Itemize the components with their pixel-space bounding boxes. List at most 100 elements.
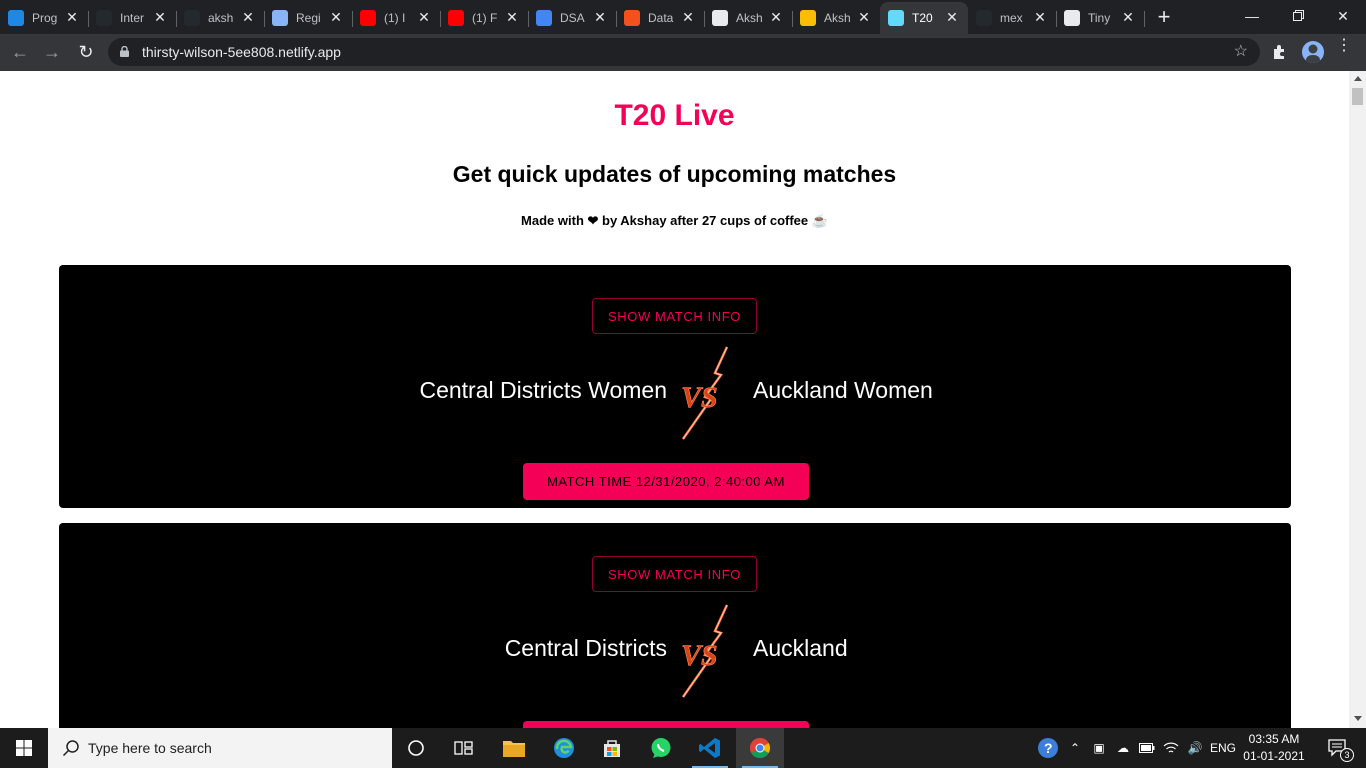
windows-taskbar: Type here to search ? ⌃ ▣ ☁ 🔊 ENG 03:35 … [0, 728, 1366, 768]
close-tab-icon[interactable]: ✕ [768, 9, 784, 25]
start-button[interactable] [0, 728, 48, 768]
taskbar-chrome[interactable] [736, 728, 784, 768]
close-tab-icon[interactable]: ✕ [856, 9, 872, 25]
vscode-icon [699, 738, 720, 758]
browser-tab[interactable]: Prog ✕ [0, 2, 89, 34]
browser-tab[interactable]: (1) F ✕ [440, 2, 529, 34]
match-time-button[interactable]: MATCH TIME 12/31/2020, 2:40:00 AM [523, 463, 809, 500]
tab-title: Data [648, 11, 674, 25]
browser-tab[interactable]: (1) I ✕ [352, 2, 441, 34]
close-tab-icon[interactable]: ✕ [944, 9, 960, 25]
browser-menu-icon[interactable]: ⋮ [1336, 38, 1352, 61]
browser-tab[interactable]: T20 ✕ [880, 2, 968, 34]
reload-button[interactable]: ↻ [74, 40, 98, 64]
close-tab-icon[interactable]: ✕ [1120, 9, 1136, 25]
notification-center-button[interactable]: 3 [1318, 728, 1358, 768]
help-tray-icon[interactable]: ? [1034, 728, 1062, 768]
taskbar-edge[interactable] [540, 728, 588, 768]
svg-text:VS: VS [681, 639, 718, 672]
tinypng-icon [1064, 10, 1080, 26]
browser-tab[interactable]: mex ✕ [968, 2, 1057, 34]
wifi-icon[interactable] [1160, 728, 1182, 768]
match-card: SHOW MATCH INFO Central Districts Women … [59, 265, 1291, 508]
search-icon [62, 740, 79, 757]
file-explorer-icon [503, 741, 525, 757]
bookmark-star-icon[interactable]: ☆ [1234, 41, 1248, 61]
taskbar-whatsapp[interactable] [637, 728, 685, 768]
tab-title: Aksh [824, 11, 851, 25]
volume-icon[interactable]: 🔊 [1184, 728, 1206, 768]
profile-avatar[interactable] [1302, 41, 1324, 63]
browser-tab[interactable]: Data ✕ [616, 2, 705, 34]
browser-tab[interactable]: aksh ✕ [176, 2, 265, 34]
tab-title: Aksh [736, 11, 763, 25]
versus-lightning-icon: VS [681, 604, 729, 698]
versus-lightning-icon: VS [681, 346, 729, 440]
new-tab-button[interactable]: + [1152, 6, 1176, 30]
tab-title: DSA [560, 11, 585, 25]
taskbar-search-box[interactable]: Type here to search [48, 728, 392, 768]
match-teams: Central Districts Women VS Auckland Wome… [59, 345, 1291, 441]
close-window-button[interactable]: ✕ [1320, 4, 1366, 28]
meet-now-icon[interactable]: ▣ [1088, 728, 1110, 768]
whatsapp-icon [651, 738, 671, 758]
close-tab-icon[interactable]: ✕ [152, 9, 168, 25]
scrollbar-thumb[interactable] [1352, 88, 1363, 105]
youtube-icon [448, 10, 464, 26]
language-indicator[interactable]: ENG [1208, 728, 1238, 768]
onedrive-cloud-icon[interactable]: ☁ [1112, 728, 1134, 768]
close-tab-icon[interactable]: ✕ [592, 9, 608, 25]
address-bar[interactable]: thirsty-wilson-5ee808.netlify.app ☆ [108, 38, 1260, 66]
battery-icon[interactable] [1136, 728, 1158, 768]
tab-title: Tiny [1088, 11, 1111, 25]
browser-tab[interactable]: Tiny ✕ [1056, 2, 1145, 34]
page-title: T20 Live [614, 99, 735, 132]
taskbar-file-explorer[interactable] [490, 728, 538, 768]
close-tab-icon[interactable]: ✕ [240, 9, 256, 25]
chrome-icon [750, 738, 770, 758]
back-button[interactable]: ← [8, 40, 32, 64]
restore-button[interactable] [1275, 4, 1321, 28]
svg-text:?: ? [1044, 740, 1053, 756]
minimize-button[interactable]: — [1229, 4, 1275, 28]
browser-tab-strip: Prog ✕ Inter ✕ aksh ✕ Regi ✕ (1) I ✕ (1) F ✕ DSA ✕ Dat… [0, 0, 1366, 34]
show-match-info-button[interactable]: SHOW MATCH INFO [592, 298, 757, 334]
tab-separator [1144, 11, 1145, 27]
close-tab-icon[interactable]: ✕ [64, 9, 80, 25]
lock-icon [120, 46, 129, 57]
browser-tab[interactable]: Aksh ✕ [792, 2, 881, 34]
page-scrollbar[interactable] [1349, 71, 1366, 728]
show-hidden-icons-chevron-icon[interactable]: ⌃ [1064, 728, 1086, 768]
react-icon [888, 10, 904, 26]
close-tab-icon[interactable]: ✕ [416, 9, 432, 25]
match-card: SHOW MATCH INFO Central Districts VS Auc… [59, 523, 1291, 728]
browser-tab[interactable]: Aksh ✕ [704, 2, 793, 34]
close-tab-icon[interactable]: ✕ [504, 9, 520, 25]
forward-button[interactable]: → [40, 40, 64, 64]
task-view-button[interactable] [440, 728, 488, 768]
scroll-down-arrow-icon[interactable] [1354, 716, 1362, 721]
browser-tab[interactable]: Inter ✕ [88, 2, 177, 34]
close-tab-icon[interactable]: ✕ [328, 9, 344, 25]
taskbar-vscode[interactable] [686, 728, 734, 768]
team-two-name: Auckland Women [753, 377, 933, 403]
extensions-puzzle-icon[interactable] [1270, 42, 1290, 62]
taskbar-clock[interactable]: 03:35 AM 01-01-2021 [1240, 731, 1308, 765]
youtube-icon [360, 10, 376, 26]
show-match-info-button[interactable]: SHOW MATCH INFO [592, 556, 757, 592]
close-tab-icon[interactable]: ✕ [1032, 9, 1048, 25]
taskbar-store[interactable] [588, 728, 636, 768]
browser-tab[interactable]: Regi ✕ [264, 2, 353, 34]
made-with-credit: Made with ❤ by Akshay after 27 cups of c… [521, 213, 828, 228]
drive-icon [800, 10, 816, 26]
cortana-button[interactable] [392, 728, 440, 768]
tab-title: T20 [912, 11, 933, 25]
browser-tab[interactable]: DSA ✕ [528, 2, 617, 34]
store-icon [604, 740, 620, 757]
close-tab-icon[interactable]: ✕ [680, 9, 696, 25]
scroll-up-arrow-icon[interactable] [1354, 76, 1362, 81]
search-placeholder: Type here to search [88, 740, 212, 756]
restore-icon [1292, 10, 1304, 21]
tab-title: Regi [296, 11, 321, 25]
match-time-button[interactable] [523, 721, 809, 728]
